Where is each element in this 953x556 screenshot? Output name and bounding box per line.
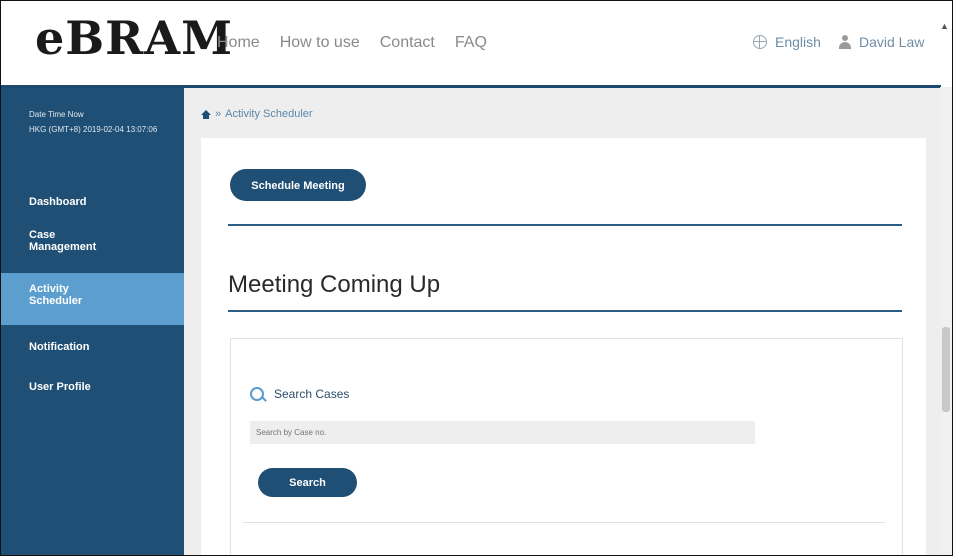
search-input[interactable] <box>250 421 755 444</box>
sidebar: Date Time Now HKG (GMT+8) 2019-02-04 13:… <box>1 88 184 555</box>
globe-icon <box>753 35 767 49</box>
language-label: English <box>775 34 821 50</box>
search-panel: Search Cases Search <box>230 338 903 555</box>
sidebar-item-activity-scheduler[interactable]: Activity Scheduler <box>1 273 184 325</box>
nav-how-to-use[interactable]: How to use <box>280 34 360 52</box>
sidebar-item-notification[interactable]: Notification <box>1 341 184 353</box>
sidebar-item-label: Case Management <box>29 229 97 253</box>
user-icon <box>839 35 851 49</box>
content-card: Schedule Meeting Meeting Coming Up Searc… <box>201 138 926 555</box>
scrollbar[interactable] <box>940 87 952 555</box>
breadcrumb-current[interactable]: Activity Scheduler <box>225 108 312 120</box>
user-name: David Law <box>859 34 925 50</box>
sidebar-item-label: User Profile <box>29 381 91 393</box>
search-cases-header: Search Cases <box>250 387 349 401</box>
datetime-value: HKG (GMT+8) 2019-02-04 13:07:06 <box>29 125 158 134</box>
scroll-up-icon[interactable]: ▲ <box>940 21 950 31</box>
sidebar-item-label: Dashboard <box>29 196 87 208</box>
top-nav: Home How to use Contact FAQ <box>217 34 487 52</box>
sidebar-item-dashboard[interactable]: Dashboard <box>1 196 184 208</box>
divider <box>243 522 885 523</box>
nav-contact[interactable]: Contact <box>380 34 435 52</box>
page-title: Meeting Coming Up <box>228 271 441 298</box>
app-logo[interactable]: eBRAM <box>35 15 233 61</box>
search-cases-label: Search Cases <box>274 387 350 401</box>
datetime-title: Date Time Now <box>29 110 84 119</box>
nav-faq[interactable]: FAQ <box>455 34 487 52</box>
breadcrumb-separator: » <box>215 108 222 120</box>
top-header: eBRAM Home How to use Contact FAQ Englis… <box>1 1 941 88</box>
app-window: eBRAM Home How to use Contact FAQ Englis… <box>0 0 953 556</box>
divider <box>228 224 902 226</box>
sidebar-item-label: Notification <box>29 341 90 353</box>
user-menu[interactable]: David Law <box>839 34 924 50</box>
home-icon[interactable] <box>201 109 211 119</box>
language-selector[interactable]: English <box>753 34 821 50</box>
sidebar-item-label: Activity Scheduler <box>29 283 83 307</box>
schedule-meeting-button[interactable]: Schedule Meeting <box>230 169 366 201</box>
sidebar-item-user-profile[interactable]: User Profile <box>1 381 184 393</box>
nav-home[interactable]: Home <box>217 34 260 52</box>
search-button[interactable]: Search <box>258 468 357 497</box>
breadcrumb: » Activity Scheduler <box>201 108 313 120</box>
divider <box>228 310 902 312</box>
scrollbar-thumb[interactable] <box>942 327 950 412</box>
search-icon <box>250 387 264 401</box>
main-content: » Activity Scheduler Schedule Meeting Me… <box>184 88 941 555</box>
sidebar-item-case-management[interactable]: Case Management <box>1 229 184 253</box>
